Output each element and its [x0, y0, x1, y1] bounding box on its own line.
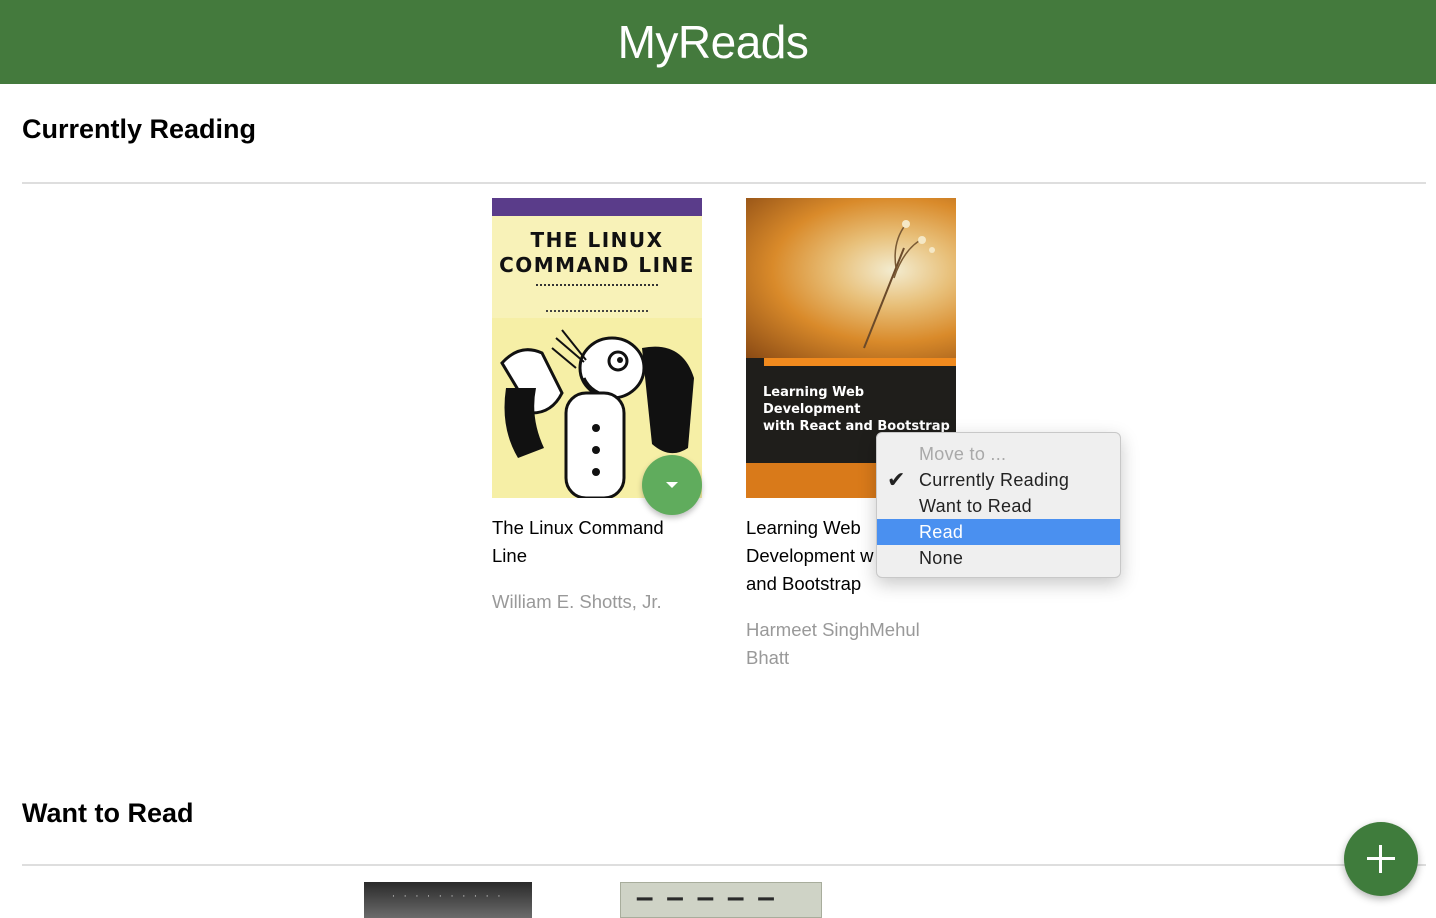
shelf-title-currently-reading: Currently Reading	[22, 114, 257, 144]
book-cover[interactable]: THE LINUX COMMAND LINE	[492, 198, 702, 498]
check-icon: ✔	[887, 467, 906, 492]
app-title: MyReads	[617, 16, 809, 68]
shelf-divider	[22, 182, 1426, 184]
menu-item-currently-reading[interactable]: ✔ Currently Reading	[877, 467, 1120, 493]
book-title: The Linux Command Line	[492, 517, 664, 566]
book-authors: William E. Shotts, Jr.	[492, 591, 662, 612]
book-cover[interactable]: ▔ ▔ ▔ ▔ ▔	[620, 882, 822, 918]
menu-item-want-to-read[interactable]: Want to Read	[877, 493, 1120, 519]
add-book-button[interactable]	[1344, 822, 1418, 896]
caret-down-icon	[666, 482, 678, 488]
shelf-title-want-to-read: Want to Read	[22, 798, 194, 828]
menu-item-move-to: Move to ...	[919, 444, 1007, 464]
menu-item-read[interactable]: Read	[877, 519, 1120, 545]
plus-icon	[1367, 845, 1395, 873]
shelf-changer-button[interactable]	[642, 455, 702, 515]
move-to-menu[interactable]: Move to ... ✔ Currently Reading Want to …	[876, 432, 1121, 578]
app-header: MyReads	[0, 0, 1436, 84]
book-cover[interactable]: · · · · · · · · · ·	[364, 882, 532, 918]
robot-illustration	[492, 318, 702, 498]
shelf-divider	[22, 864, 1426, 866]
menu-item-none[interactable]: None	[877, 545, 1120, 571]
book-authors: Harmeet SinghMehul Bhatt	[746, 619, 920, 668]
plant-illustration	[863, 220, 935, 349]
